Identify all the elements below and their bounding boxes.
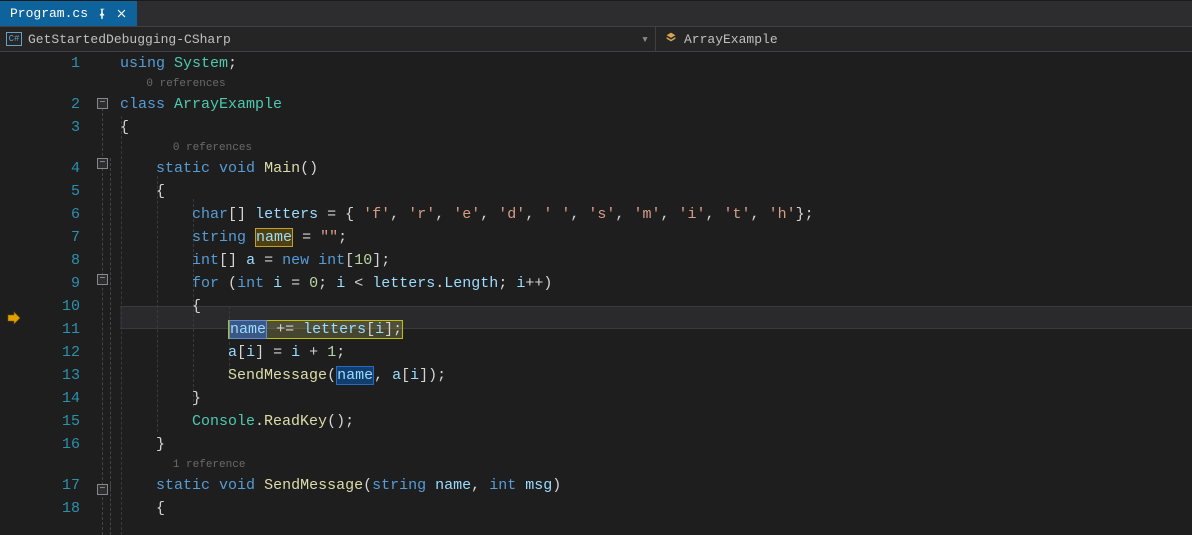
- code-line[interactable]: {: [120, 180, 1192, 203]
- line-number: 14: [26, 387, 80, 410]
- code-line[interactable]: {: [120, 497, 1192, 520]
- codelens-references[interactable]: 1 reference: [120, 456, 1192, 474]
- line-number: 4: [26, 157, 80, 180]
- line-number: 5: [26, 180, 80, 203]
- close-icon[interactable]: [116, 8, 127, 19]
- codelens-references[interactable]: 0 references: [120, 75, 1192, 93]
- tab-title: Program.cs: [10, 6, 88, 21]
- code-line[interactable]: class ArrayExample: [120, 93, 1192, 116]
- code-line[interactable]: {: [120, 116, 1192, 139]
- line-number: 15: [26, 410, 80, 433]
- fold-toggle-icon[interactable]: −: [97, 484, 108, 495]
- pin-icon[interactable]: [96, 8, 108, 20]
- tab-program-cs[interactable]: Program.cs: [0, 1, 137, 26]
- current-statement-arrow-icon: [6, 310, 24, 328]
- glyph-margin[interactable]: [0, 52, 26, 535]
- breadcrumb-scope-project[interactable]: C# GetStartedDebugging-CSharp ▾: [0, 27, 656, 51]
- chevron-down-icon[interactable]: ▾: [641, 32, 655, 47]
- line-number: 8: [26, 249, 80, 272]
- symbol-highlight-reference: name: [336, 366, 374, 385]
- line-number: 18: [26, 497, 80, 520]
- line-number: 2: [26, 93, 80, 116]
- line-number: 16: [26, 433, 80, 456]
- code-line[interactable]: name += letters[i];: [120, 318, 1192, 341]
- line-number: 1: [26, 52, 80, 75]
- breadcrumb-project-name: GetStartedDebugging-CSharp: [28, 32, 231, 47]
- next-statement-highlight: name += letters[i];: [228, 320, 403, 339]
- line-number: 13: [26, 364, 80, 387]
- line-number-gutter: 1 2 3 4 5 6 7 8 9 10 11 12 13 14 15 16 1…: [26, 52, 94, 535]
- line-number: 11: [26, 318, 80, 341]
- code-line[interactable]: for (int i = 0; i < letters.Length; i++): [120, 272, 1192, 295]
- code-line[interactable]: int[] a = new int[10];: [120, 249, 1192, 272]
- symbol-highlight-definition: name: [255, 228, 293, 247]
- tab-bar: Program.cs: [0, 0, 1192, 26]
- code-area[interactable]: using System; 0 references class ArrayEx…: [120, 52, 1192, 535]
- line-number: 7: [26, 226, 80, 249]
- codelens-references[interactable]: 0 references: [120, 139, 1192, 157]
- breadcrumb-scope-class[interactable]: ArrayExample: [656, 30, 778, 48]
- fold-toggle-icon[interactable]: −: [97, 98, 108, 109]
- line-number: 10: [26, 295, 80, 318]
- code-editor[interactable]: 1 2 3 4 5 6 7 8 9 10 11 12 13 14 15 16 1…: [0, 52, 1192, 535]
- breadcrumb-bar: C# GetStartedDebugging-CSharp ▾ ArrayExa…: [0, 26, 1192, 52]
- code-line[interactable]: SendMessage(name, a[i]);: [120, 364, 1192, 387]
- code-line[interactable]: a[i] = i + 1;: [120, 341, 1192, 364]
- code-line[interactable]: {: [120, 295, 1192, 318]
- fold-toggle-icon[interactable]: −: [97, 158, 108, 169]
- code-line[interactable]: string name = "";: [120, 226, 1192, 249]
- fold-toggle-icon[interactable]: −: [97, 274, 108, 285]
- outlining-margin[interactable]: − − − −: [94, 52, 120, 535]
- code-line[interactable]: static void SendMessage(string name, int…: [120, 474, 1192, 497]
- selection: name: [229, 320, 267, 339]
- code-line[interactable]: char[] letters = { 'f', 'r', 'e', 'd', '…: [120, 203, 1192, 226]
- code-line[interactable]: }: [120, 433, 1192, 456]
- line-number: 6: [26, 203, 80, 226]
- line-number: 17: [26, 474, 80, 497]
- code-line[interactable]: }: [120, 387, 1192, 410]
- class-icon: [664, 30, 678, 48]
- line-number: 9: [26, 272, 80, 295]
- code-line[interactable]: static void Main(): [120, 157, 1192, 180]
- line-number: 3: [26, 116, 80, 139]
- breadcrumb-class-name: ArrayExample: [684, 32, 778, 47]
- line-number: 12: [26, 341, 80, 364]
- csharp-icon: C#: [6, 32, 22, 46]
- code-line[interactable]: Console.ReadKey();: [120, 410, 1192, 433]
- code-line[interactable]: using System;: [120, 52, 1192, 75]
